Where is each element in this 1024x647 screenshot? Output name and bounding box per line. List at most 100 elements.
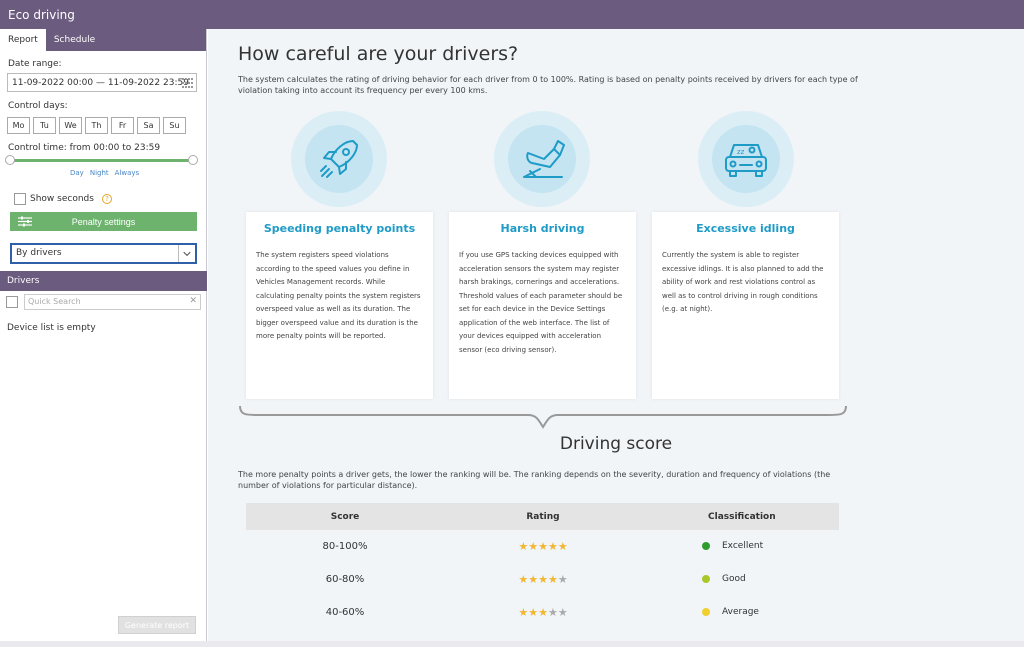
driving-score-title: Driving score [559, 434, 673, 454]
date-range-input[interactable]: 11-09-2022 00:00 — 11-09-2022 23:59 [7, 73, 197, 92]
star-filled-icon: ★ [538, 540, 548, 553]
clear-icon[interactable]: ✕ [189, 296, 197, 306]
card-speeding-text: The system registers speed violations ac… [256, 251, 421, 340]
star-filled-icon: ★ [528, 540, 539, 553]
star-filled-icon: ★ [528, 573, 539, 586]
control-days-label: Control days: [8, 101, 68, 111]
star-filled-icon: ★ [538, 573, 548, 586]
generate-report-button[interactable]: Generate report [118, 616, 196, 634]
table-header: Score Rating Classification [246, 503, 839, 530]
card-harsh-title: Harsh driving [500, 222, 585, 235]
app-title-bar: Eco driving [0, 0, 1024, 29]
star-filled-icon: ★ [528, 606, 539, 619]
group-by-select[interactable]: By drivers [10, 243, 197, 264]
day-th[interactable]: Th [85, 117, 108, 134]
header-score: Score [330, 511, 360, 522]
select-all-checkbox[interactable] [6, 296, 18, 308]
help-icon[interactable]: ? [101, 194, 112, 204]
day-tu[interactable]: Tu [33, 117, 56, 134]
star-empty-icon: ★ [547, 606, 558, 619]
quick-search-placeholder: Quick Search [28, 297, 81, 306]
score-cell: 60-80% [325, 574, 365, 585]
main-content: How careful are your drivers? The system… [208, 29, 1024, 641]
date-range-label: Date range: [8, 59, 62, 69]
slider-start-handle[interactable] [5, 155, 15, 165]
idling-car-icon: zz [725, 144, 767, 177]
star-filled-icon: ★ [518, 573, 529, 586]
card-harsh-driving: Harsh driving If you use GPS tacking dev… [449, 212, 636, 399]
date-range-value: 11-09-2022 00:00 — 11-09-2022 23:59 [12, 78, 189, 88]
header-rating: Rating [526, 511, 560, 522]
show-seconds-label: Show seconds [30, 194, 94, 204]
classification-cell: Excellent [642, 541, 839, 552]
chevron-down-icon [178, 245, 191, 262]
sidebar: Report Schedule Date range: 11-09-2022 0… [0, 29, 207, 641]
score-cell: 80-100% [322, 541, 368, 552]
group-by-value: By drivers [16, 248, 62, 258]
status-dot-icon [702, 575, 710, 583]
card-idling-text: Currently the system is able to register… [662, 251, 824, 313]
quick-search-row: Quick Search ✕ [6, 294, 201, 310]
card-idling: Excessive idling Currently the system is… [652, 212, 839, 399]
control-time-slider[interactable] [10, 159, 194, 162]
classification-label: Average [722, 607, 759, 617]
day-su[interactable]: Su [163, 117, 186, 134]
rating-stars: ★★★★★ [444, 540, 642, 553]
table-row: 80-100% ★★★★★ Excellent [246, 530, 839, 563]
day-fr[interactable]: Fr [111, 117, 134, 134]
show-seconds-row: Show seconds ? [14, 193, 112, 205]
score-cell: 40-60% [325, 607, 365, 618]
pedal-icon [523, 140, 565, 178]
star-filled-icon: ★ [547, 573, 558, 586]
classification-label: Good [722, 574, 746, 584]
tab-report[interactable]: Report [0, 29, 46, 51]
drivers-header-label: Drivers [7, 276, 40, 286]
table-row: 40-60% ★★★★★ Average [246, 596, 839, 629]
control-time-label: Control time: from 00:00 to 23:59 [8, 143, 161, 153]
tab-schedule[interactable]: Schedule [46, 29, 103, 51]
page-description: The system calculates the rating of driv… [238, 75, 858, 95]
rocket-circle [291, 111, 387, 207]
pedal-circle [494, 111, 590, 207]
card-harsh-text: If you use GPS tacking devices equipped … [459, 251, 623, 354]
star-empty-icon: ★ [557, 573, 568, 586]
classification-cell: Average [642, 607, 839, 618]
rocket-icon [320, 140, 358, 178]
control-days: Mo Tu We Th Fr Sa Su [7, 117, 186, 134]
calendar-icon[interactable] [182, 77, 193, 88]
status-dot-icon [702, 542, 710, 550]
sidebar-tabs: Report Schedule [0, 29, 206, 51]
day-we[interactable]: We [59, 117, 82, 134]
quick-search-input[interactable]: Quick Search ✕ [24, 294, 201, 310]
preset-night[interactable]: Night [90, 169, 109, 177]
table-row: 60-80% ★★★★★ Good [246, 563, 839, 596]
star-filled-icon: ★ [557, 540, 568, 553]
card-speeding: Speeding penalty points The system regis… [246, 212, 433, 399]
drivers-header: Drivers [0, 271, 207, 291]
preset-day[interactable]: Day [70, 169, 84, 177]
header-classification: Classification [708, 511, 776, 522]
slider-end-handle[interactable] [188, 155, 198, 165]
section-brace [239, 405, 847, 429]
preset-always[interactable]: Always [115, 169, 140, 177]
card-speeding-title: Speeding penalty points [263, 222, 416, 235]
idling-circle: zz [698, 111, 794, 207]
show-seconds-checkbox[interactable] [14, 193, 26, 205]
star-filled-icon: ★ [518, 540, 529, 553]
score-table: Score Rating Classification 80-100% ★★★★★… [246, 503, 839, 629]
driving-score-description: The more penalty points a driver gets, t… [238, 470, 831, 490]
day-sa[interactable]: Sa [137, 117, 160, 134]
card-idling-title: Excessive idling [696, 222, 795, 235]
star-empty-icon: ★ [557, 606, 568, 619]
page-title: How careful are your drivers? [238, 43, 519, 65]
app-title: Eco driving [8, 8, 75, 22]
sliders-icon [18, 216, 32, 227]
day-mo[interactable]: Mo [7, 117, 30, 134]
window-bottom-edge [0, 641, 1024, 647]
rating-stars: ★★★★★ [444, 573, 642, 586]
device-list-empty: Device list is empty [7, 323, 96, 333]
penalty-settings-button[interactable]: Penalty settings [10, 212, 197, 231]
time-presets: Day Night Always [70, 169, 139, 177]
classification-cell: Good [642, 574, 839, 585]
star-filled-icon: ★ [518, 606, 529, 619]
